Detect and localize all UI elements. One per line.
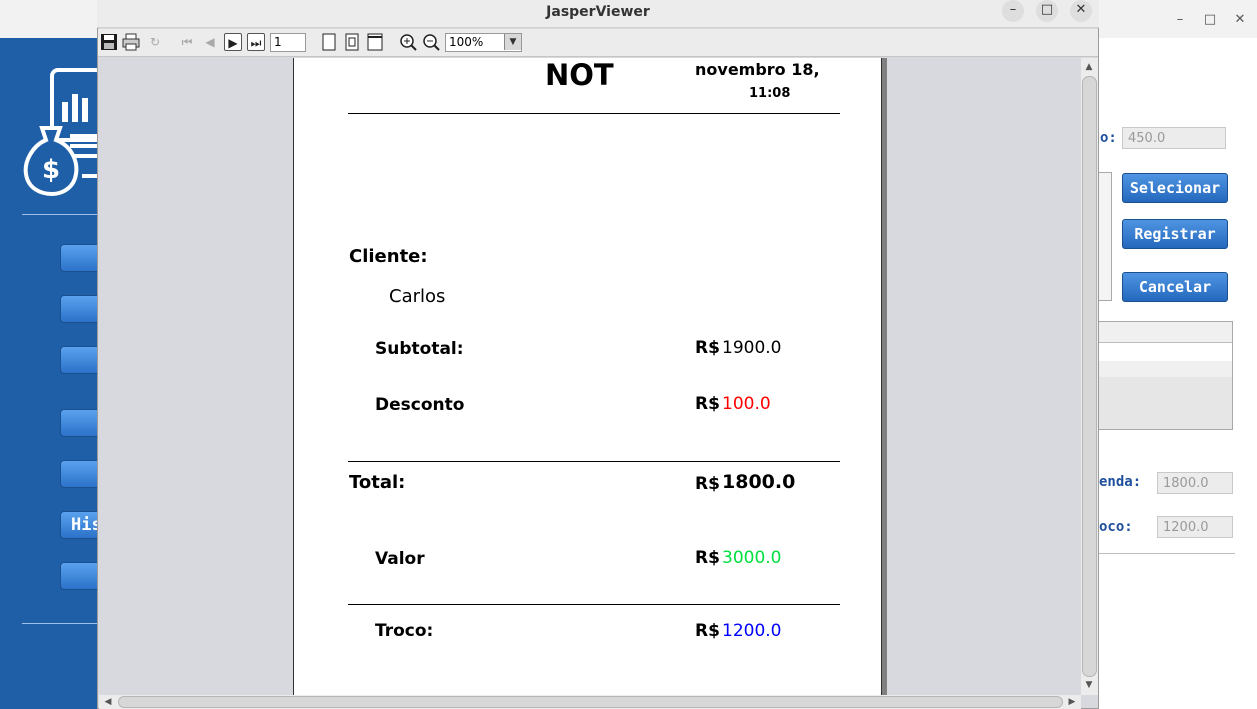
scroll-down-icon[interactable]: ▼ — [1083, 679, 1095, 691]
background-separator — [1099, 553, 1235, 554]
zoom-out-icon[interactable] — [422, 33, 440, 51]
paid-currency: R$ — [695, 548, 720, 568]
sidebar-button-1[interactable] — [60, 244, 99, 272]
report-page — [293, 58, 882, 695]
last-page-icon[interactable]: ⏭ — [247, 33, 265, 51]
background-table[interactable] — [1099, 321, 1233, 430]
client-label: Cliente: — [349, 246, 428, 267]
change-divider — [348, 604, 840, 605]
first-page-icon[interactable]: ⏮ — [178, 33, 196, 51]
next-page-icon[interactable]: ▶ — [224, 33, 242, 51]
chevron-down-icon[interactable]: ▼ — [504, 34, 521, 50]
sidebar-button-3[interactable] — [60, 346, 99, 374]
zoom-in-icon[interactable] — [399, 33, 417, 51]
discount-value: 100.0 — [722, 394, 771, 414]
change-value: 1200.0 — [722, 621, 782, 641]
discount-label: Desconto — [375, 395, 465, 415]
cancel-button[interactable]: Cancelar — [1122, 272, 1228, 302]
background-change-label: oco: — [1099, 519, 1133, 535]
background-field-label-top: o: — [1100, 130, 1117, 146]
background-change-field[interactable]: 1200.0 — [1157, 516, 1233, 538]
client-name: Carlos — [389, 286, 446, 307]
fit-width-icon[interactable] — [366, 33, 384, 51]
actual-size-icon[interactable] — [320, 33, 338, 51]
total-value: 1800.0 — [722, 471, 796, 493]
change-currency: R$ — [695, 621, 720, 641]
sidebar-button-7[interactable] — [60, 562, 99, 590]
maximize-button[interactable]: □ — [1036, 0, 1058, 22]
reload-icon[interactable]: ↻ — [146, 33, 164, 51]
report-heading: NOT — [545, 58, 614, 92]
background-list-box[interactable] — [1099, 172, 1112, 301]
minimize-button[interactable]: – — [1002, 0, 1024, 22]
sidebar-button-history[interactable]: His — [60, 511, 99, 539]
total-divider — [348, 461, 840, 462]
register-button[interactable]: Registrar — [1122, 219, 1228, 249]
svg-text:$: $ — [42, 155, 60, 185]
paid-label: Valor — [375, 549, 425, 569]
horizontal-scroll-thumb[interactable] — [118, 696, 1063, 708]
sidebar-divider-bottom — [22, 623, 99, 624]
scroll-right-icon[interactable]: ▶ — [1066, 696, 1078, 708]
scroll-left-icon[interactable]: ◀ — [102, 696, 114, 708]
header-divider — [348, 113, 840, 114]
window-title: JasperViewer — [546, 4, 650, 20]
total-currency: R$ — [695, 474, 720, 494]
subtotal-label: Subtotal: — [375, 339, 464, 359]
sidebar-button-5[interactable] — [60, 460, 99, 488]
print-icon[interactable] — [122, 33, 140, 51]
close-button[interactable]: ✕ — [1070, 0, 1092, 22]
background-close-button[interactable]: ✕ — [1230, 10, 1250, 30]
page-shadow — [882, 58, 887, 695]
total-label: Total: — [349, 472, 406, 493]
change-label: Troco: — [375, 621, 434, 641]
previous-page-icon[interactable]: ◀ — [201, 33, 219, 51]
background-maximize-button[interactable]: □ — [1200, 10, 1220, 30]
paid-value: 3000.0 — [722, 548, 782, 568]
subtotal-currency: R$ — [695, 338, 720, 358]
page-number-input[interactable]: 1 — [270, 33, 306, 52]
save-icon[interactable] — [100, 33, 118, 51]
discount-currency: R$ — [695, 394, 720, 414]
vertical-scroll-thumb[interactable] — [1082, 76, 1097, 677]
background-sale-label: enda: — [1099, 474, 1142, 490]
sidebar-button-2[interactable] — [60, 295, 99, 323]
sidebar-button-4[interactable] — [60, 409, 99, 437]
scroll-up-icon[interactable]: ▲ — [1083, 61, 1095, 73]
background-field-top[interactable]: 450.0 — [1122, 127, 1226, 149]
subtotal-value: 1900.0 — [722, 338, 782, 358]
report-date: novembro 18, — [695, 60, 820, 79]
report-time: 11:08 — [749, 86, 791, 101]
sidebar-divider — [22, 214, 99, 215]
finance-logo-icon: $ — [23, 68, 99, 197]
background-minimize-button[interactable]: – — [1170, 10, 1190, 30]
background-sale-field[interactable]: 1800.0 — [1157, 472, 1233, 494]
select-button[interactable]: Selecionar — [1122, 173, 1228, 203]
fit-page-icon[interactable] — [343, 33, 361, 51]
